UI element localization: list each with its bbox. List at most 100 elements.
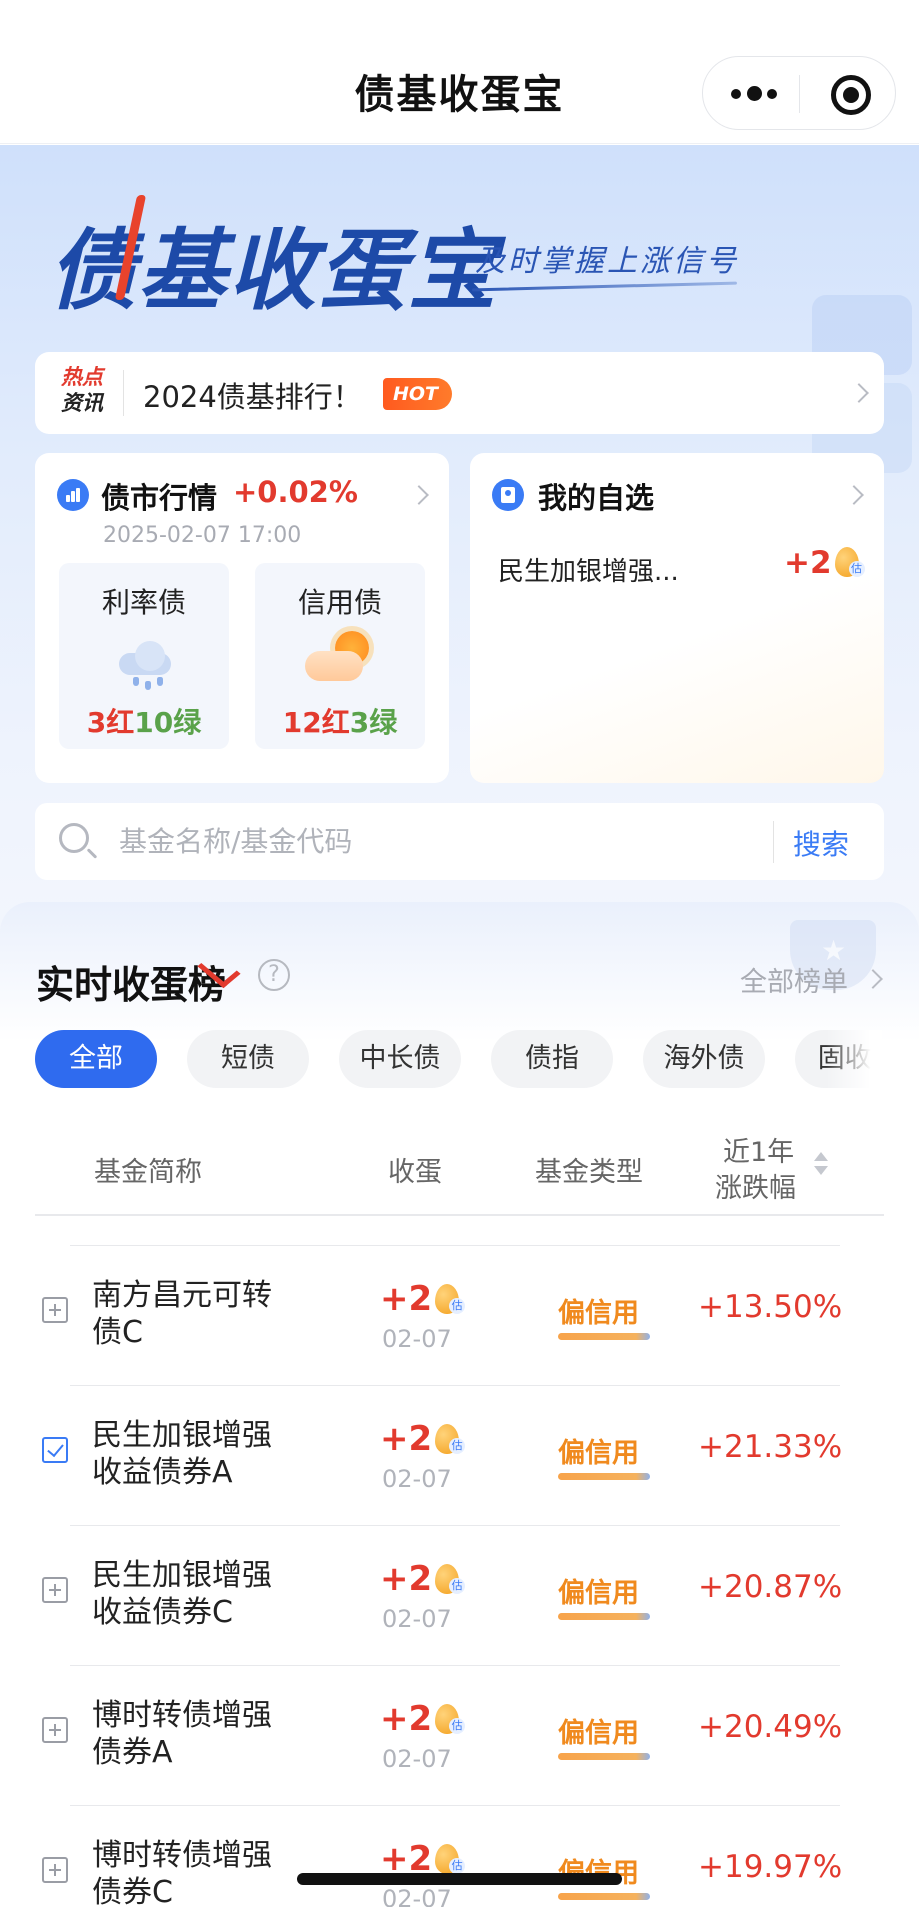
slogan: 及时掌握上涨信号 [475,244,739,279]
tab-overseas-bond[interactable]: 海外债 [643,1030,765,1088]
row-divider [70,1805,840,1806]
watchlist-checkbox-checked[interactable] [42,1437,68,1463]
tile-name: 信用债 [297,586,382,619]
add-watchlist-icon[interactable] [42,1577,68,1603]
fund-type-bar [558,1333,650,1340]
home-indicator[interactable] [297,1873,622,1885]
fund-type: 偏信用 [558,1298,639,1329]
column-fund-name: 基金简称 [94,1157,202,1188]
chevron-right-icon [409,485,429,505]
watchlist-eggs: +2 估 [784,545,865,581]
table-row[interactable]: 民生加银增强收益债券A +2 估 02-07 偏信用 +21.33% [0,1385,919,1525]
egg-icon: 估 [435,1844,466,1874]
egg-date: 02-07 [382,1465,452,1493]
fund-type-bar [558,1753,650,1760]
search-bar: 搜索 [35,803,884,880]
fund-type: 偏信用 [558,1718,639,1749]
table-row[interactable]: 南方昌元可转债C +2 估 02-07 偏信用 +13.50% [0,1245,919,1385]
chart-icon [57,479,89,511]
credit-bond-tile[interactable]: 信用债 12红3绿 [255,563,425,749]
egg-date: 02-07 [382,1605,452,1633]
divider [123,370,124,416]
row-divider [70,1665,840,1666]
market-time: 2025-02-07 17:00 [103,523,302,548]
watchlist-title: 我的自选 [538,481,655,515]
fund-name: 民生加银增强收益债券A [92,1418,272,1490]
close-miniapp-icon[interactable] [831,75,871,115]
egg-date: 02-07 [382,1885,452,1907]
fund-type-bar [558,1473,650,1480]
year-change: +20.49% [698,1709,843,1745]
egg-value: +2 估 [380,1699,466,1739]
year-change: +19.97% [698,1849,843,1885]
rate-bond-tile[interactable]: 利率债 3红10绿 [59,563,229,749]
egg-date: 02-07 [382,1325,452,1353]
table-row[interactable]: 民生加银增强收益债券C +2 估 02-07 偏信用 +20.87% [0,1525,919,1665]
fund-name: 南方昌元可转债C [92,1278,272,1350]
column-fund-type: 基金类型 [535,1157,643,1188]
fund-name: 民生加银增强收益债券C [92,1558,272,1630]
brand-logo-text: 债基收蛋宝 [48,219,499,322]
hot-badge: HOT [383,378,453,410]
rain-cloud-icon [115,635,175,690]
search-input[interactable] [119,817,779,865]
bookmark-icon [492,479,524,511]
tile-name: 利率债 [101,586,186,619]
row-divider [70,1245,840,1246]
ranking-panel: ★ 实时收蛋榜 ? 全部榜单 全部 短债 中长债 债指 海外债 固收+ 基金简称… [0,902,919,1907]
search-icon [59,823,89,853]
help-icon[interactable]: ? [258,959,290,991]
egg-icon: 估 [435,1564,466,1594]
fund-type-bar [558,1613,650,1620]
tab-all[interactable]: 全部 [35,1030,157,1088]
watchlist-fund-name[interactable]: 民生加银增强... [498,551,679,588]
fund-type: 偏信用 [558,1578,639,1609]
egg-icon: 估 [834,547,865,577]
hot-news-tag: 热点 资讯 [61,365,103,415]
fund-type: 偏信用 [558,1438,639,1469]
miniapp-capsule [702,56,896,130]
tab-bond-index[interactable]: 债指 [491,1030,613,1088]
year-change: +20.87% [698,1569,843,1605]
all-rankings-link[interactable]: 全部榜单 [740,960,848,999]
tile-count: 3红10绿 [86,706,202,739]
fund-type-bar [558,1893,650,1900]
add-watchlist-icon[interactable] [42,1717,68,1743]
market-title: 债市行情 [101,481,218,515]
year-change: +13.50% [698,1289,843,1325]
fund-name: 博时转债增强债券C [92,1838,272,1907]
divider [773,821,774,863]
watchlist-card[interactable]: 我的自选 民生加银增强... +2 估 [470,453,884,783]
sun-cloud-icon [305,629,377,687]
fund-name: 博时转债增强债券A [92,1698,272,1770]
market-card[interactable]: 债市行情 +0.02% 2025-02-07 17:00 利率债 3红10绿 信… [35,453,449,783]
search-button[interactable]: 搜索 [793,823,849,863]
add-watchlist-icon[interactable] [42,1297,68,1323]
tab-short-bond[interactable]: 短债 [187,1030,309,1088]
table-row[interactable]: 博时转债增强债券C +2估 02-07 偏信用 +19.97% [0,1805,919,1907]
brand-arrow-icon [118,195,138,305]
row-divider [70,1385,840,1386]
column-change-line2[interactable]: 涨跌幅 [715,1166,796,1205]
nav-bar: 债基收蛋宝 [0,0,919,144]
tile-count: 12红3绿 [282,706,398,739]
add-watchlist-icon[interactable] [42,1857,68,1883]
tab-mid-long-bond[interactable]: 中长债 [339,1030,461,1088]
category-tabs: 全部 短债 中长债 债指 海外债 固收+ [35,1030,881,1090]
column-change-line1[interactable]: 近1年 [723,1130,794,1169]
egg-value: +2 估 [380,1419,466,1459]
egg-value: +2 估 [380,1559,466,1599]
egg-date: 02-07 [382,1745,452,1773]
row-divider [70,1525,840,1526]
hot-news-bar[interactable]: 热点 资讯 2024债基排行！ HOT [35,352,884,434]
table-row[interactable]: 博时转债增强债券A +2 估 02-07 偏信用 +20.49% [0,1665,919,1805]
tabs-fade [826,1030,882,1090]
sort-icon[interactable] [813,1152,829,1178]
year-change: +21.33% [698,1429,843,1465]
chevron-right-icon [849,383,869,403]
chevron-right-icon [844,485,864,505]
table-header: 基金简称 收蛋 基金类型 近1年 涨跌幅 [35,1120,884,1216]
more-icon[interactable] [731,85,777,103]
egg-icon: 估 [435,1284,466,1314]
ranking-title: 实时收蛋榜 [36,963,227,1007]
